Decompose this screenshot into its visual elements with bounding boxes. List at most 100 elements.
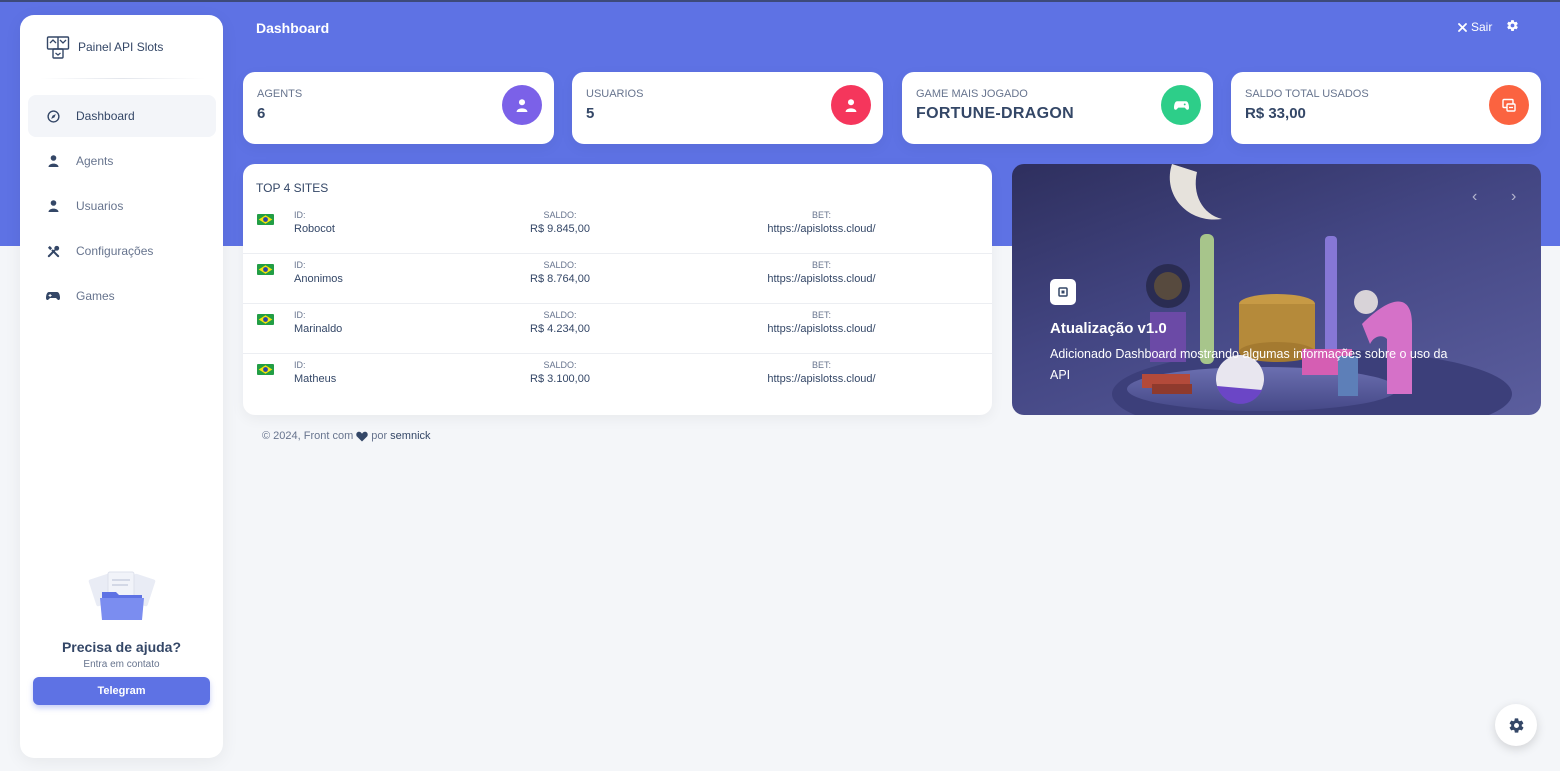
- saldo-label: SALDO:: [543, 210, 577, 220]
- site-saldo-cell: SALDO: R$ 8.764,00: [529, 260, 591, 285]
- site-saldo: R$ 9.845,00: [530, 223, 590, 235]
- site-saldo-cell: SALDO: R$ 3.100,00: [529, 360, 591, 385]
- stat-card-saldo: SALDO TOTAL USADOS R$ 33,00: [1231, 72, 1541, 144]
- site-bet-cell: BET: https://apislotss.cloud/: [758, 310, 885, 335]
- sidebar-item-label: Usuarios: [76, 199, 124, 213]
- sidebar: Painel API Slots Dashboard Agents Usuari…: [20, 15, 223, 758]
- footer-author-link[interactable]: semnick: [390, 430, 430, 442]
- brand-name: Painel API Slots: [78, 40, 164, 54]
- site-bet-cell: BET: https://apislotss.cloud/: [758, 360, 885, 385]
- id-label: ID:: [294, 210, 306, 220]
- site-saldo: R$ 4.234,00: [530, 323, 590, 335]
- table-row: ID: Robocot SALDO: R$ 9.845,00 BET: https://a…: [243, 204, 992, 254]
- site-bet-link[interactable]: https://apislotss.cloud/: [758, 223, 885, 235]
- telegram-button[interactable]: Telegram: [33, 677, 210, 705]
- folder-illustration: [88, 571, 155, 620]
- sidebar-item-label: Agents: [76, 154, 114, 168]
- sidebar-item-label: Games: [76, 289, 115, 303]
- tools-icon: [46, 244, 60, 258]
- bet-label: BET:: [811, 210, 831, 220]
- divider: [40, 78, 205, 79]
- site-bet-cell: BET: https://apislotss.cloud/: [758, 210, 885, 235]
- brazil-flag-icon: [257, 364, 274, 375]
- bet-label: BET:: [811, 360, 831, 370]
- help-box: Precisa de ajuda? Entra em contato: [20, 570, 223, 670]
- close-icon: [1458, 22, 1467, 32]
- brazil-flag-icon: [257, 314, 274, 325]
- stat-value: FORTUNE-DRAGON: [916, 105, 1074, 122]
- id-label: ID:: [294, 360, 306, 370]
- help-title: Precisa de ajuda?: [61, 639, 182, 655]
- carousel-prev-icon[interactable]: ‹: [1472, 188, 1477, 206]
- site-id: Robocot: [294, 223, 335, 235]
- stat-card-usuarios: USUARIOS 5: [572, 72, 883, 144]
- carousel-text: Adicionado Dashboard mostrando algumas i…: [1050, 347, 1448, 382]
- stat-value: R$ 33,00: [1245, 105, 1306, 122]
- stat-label: SALDO TOTAL USADOS: [1245, 88, 1369, 100]
- carousel-title: Atualização v1.0: [1050, 320, 1167, 337]
- footer: © 2024, Front com por semnick: [262, 430, 431, 442]
- site-id-cell: ID: Matheus: [294, 360, 336, 385]
- saldo-label: SALDO:: [543, 310, 577, 320]
- top-sites-title: TOP 4 SITES: [256, 181, 329, 195]
- sidebar-item-agents[interactable]: Agents: [28, 140, 216, 182]
- site-bet-link[interactable]: https://apislotss.cloud/: [758, 323, 885, 335]
- site-bet-cell: BET: https://apislotss.cloud/: [758, 260, 885, 285]
- gamepad-icon: [46, 289, 60, 303]
- settings-fab-button[interactable]: [1495, 704, 1537, 746]
- heart-icon: [356, 431, 368, 441]
- sidebar-item-label: Dashboard: [76, 109, 135, 123]
- stat-value: 6: [257, 105, 266, 122]
- brand-logo-icon: [46, 36, 70, 59]
- stat-value: 5: [586, 105, 595, 122]
- site-id: Marinaldo: [294, 323, 343, 335]
- site-saldo: R$ 8.764,00: [530, 273, 590, 285]
- bet-label: BET:: [811, 260, 831, 270]
- sidebar-item-dashboard[interactable]: Dashboard: [28, 95, 216, 137]
- stat-card-agents: AGENTS 6: [243, 72, 554, 144]
- carousel-next-icon[interactable]: ›: [1511, 188, 1516, 206]
- footer-prefix: © 2024, Front com: [262, 430, 354, 442]
- site-saldo: R$ 3.100,00: [530, 373, 590, 385]
- footer-middle: por: [371, 430, 388, 442]
- brazil-flag-icon: [257, 264, 274, 275]
- saldo-label: SALDO:: [543, 260, 577, 270]
- user-icon: [502, 85, 542, 125]
- site-id-cell: ID: Anonimos: [294, 260, 343, 285]
- brazil-flag-icon: [257, 214, 274, 225]
- logout-button[interactable]: Sair: [1458, 20, 1492, 34]
- site-id-cell: ID: Marinaldo: [294, 310, 342, 335]
- sidebar-item-games[interactable]: Games: [28, 275, 216, 317]
- sidebar-item-configuracoes[interactable]: Configurações: [28, 230, 216, 272]
- site-id-cell: ID: Robocot: [294, 210, 335, 235]
- stat-label: USUARIOS: [586, 88, 644, 100]
- help-subtitle: Entra em contato: [83, 659, 160, 670]
- site-bet-link[interactable]: https://apislotss.cloud/: [758, 273, 885, 285]
- id-label: ID:: [294, 310, 306, 320]
- saldo-label: SALDO:: [543, 360, 577, 370]
- update-badge-icon: [1050, 279, 1076, 305]
- header-actions: Sair: [1458, 19, 1519, 35]
- wallet-icon: [1489, 85, 1529, 125]
- gear-icon: [1509, 717, 1523, 733]
- table-row: ID: Anonimos SALDO: R$ 8.764,00 BET: https://…: [243, 254, 992, 304]
- site-saldo-cell: SALDO: R$ 9.845,00: [529, 210, 591, 235]
- compass-icon: [46, 109, 60, 123]
- site-bet-link[interactable]: https://apislotss.cloud/: [758, 373, 885, 385]
- user-icon: [46, 199, 60, 213]
- sidebar-item-usuarios[interactable]: Usuarios: [28, 185, 216, 227]
- user-icon: [46, 154, 60, 168]
- table-row: ID: Matheus SALDO: R$ 3.100,00 BET: https://a…: [243, 354, 992, 404]
- update-carousel: ‹ › Atualização v1.0 Adicionado Dashboar…: [1012, 164, 1541, 415]
- stat-card-top-game: GAME MAIS JOGADO FORTUNE-DRAGON: [902, 72, 1213, 144]
- table-row: ID: Marinaldo SALDO: R$ 4.234,00 BET: https:/…: [243, 304, 992, 354]
- brand[interactable]: Painel API Slots: [46, 35, 163, 59]
- stat-label: GAME MAIS JOGADO: [916, 88, 1028, 100]
- settings-gear-icon[interactable]: [1506, 19, 1519, 35]
- bet-label: BET:: [811, 310, 831, 320]
- sidebar-item-label: Configurações: [76, 244, 154, 258]
- site-saldo-cell: SALDO: R$ 4.234,00: [529, 310, 591, 335]
- site-id: Matheus: [294, 373, 337, 385]
- gamepad-icon: [1161, 85, 1201, 125]
- stat-label: AGENTS: [257, 88, 303, 100]
